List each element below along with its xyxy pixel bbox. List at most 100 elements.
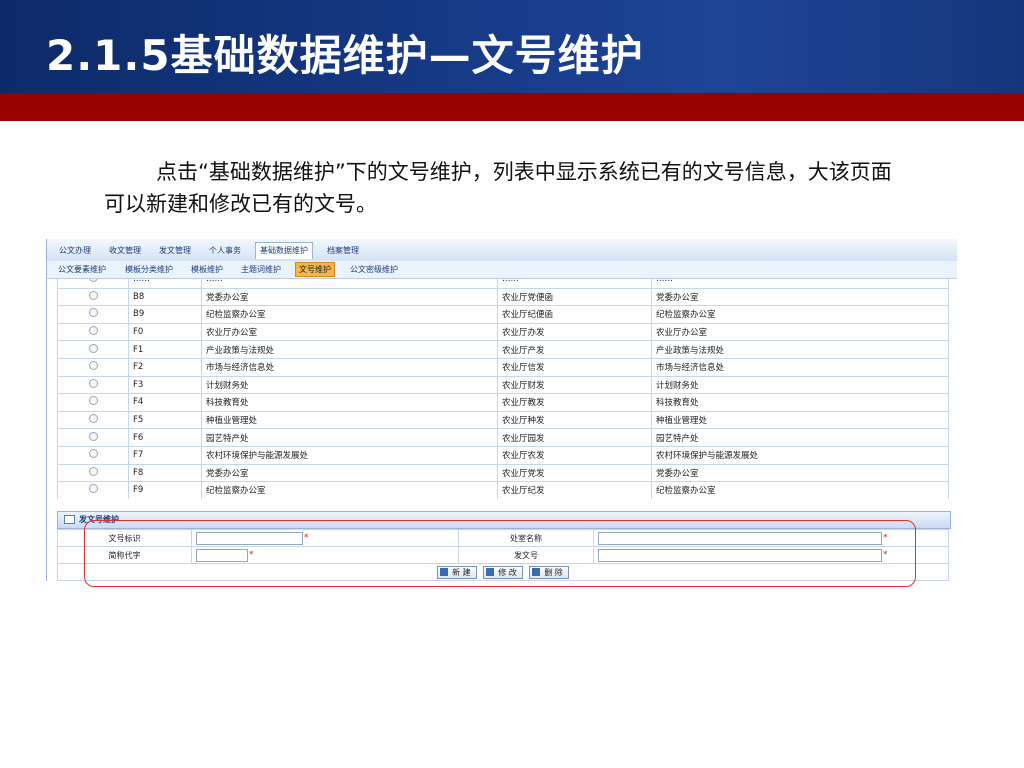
doc-no-cell: 农业厅党便函 [497,287,652,307]
table-row[interactable]: F7 农村环境保护与能源发展处 农业厅农发 农村环境保护与能源发展处 [57,445,949,465]
edit-button[interactable]: 修 改 [483,565,523,579]
doc-id-cell: F2 [128,357,202,377]
row-select-cell [57,410,129,430]
dept-name-cell: 科技教育处 [201,393,498,412]
table-row[interactable]: F3 计划财务处 农业厅财发 计划财务处 [57,375,949,395]
short-code-input[interactable] [196,548,248,562]
new-button[interactable]: 新 建 [437,565,477,579]
dept-full-cell: …… [651,279,949,289]
doc-id-cell: F8 [128,463,202,483]
app-screenshot: 公文办理 收文管理 发文管理 个人事务 基础数据维护 档案管理 公文要素维护 模… [46,239,957,581]
sub-menu-item[interactable]: 主题词维护 [238,263,284,276]
doc-no-cell: 农业厅纪发 [497,481,652,499]
dept-name-cell: 种植业管理处 [201,410,498,430]
row-select-cell [57,375,129,395]
main-menu-item[interactable]: 档案管理 [323,243,363,259]
doc-no-cell: 农业厅党发 [497,463,652,483]
row-radio[interactable] [88,308,98,318]
short-code-label: 简称代字 [57,546,192,564]
doc-no-cell: 农业厅信发 [497,357,652,377]
table-row[interactable]: F4 科技教育处 农业厅教发 科技教育处 [57,393,949,412]
doc-id-input[interactable] [196,531,303,545]
delete-button[interactable]: 删 除 [529,565,569,579]
doc-id-label: 文号标识 [57,529,192,547]
dept-name-cell: 农业厅办公室 [201,322,498,342]
dept-name-input[interactable] [598,531,882,545]
table-row[interactable]: F9 纪检监察办公室 农业厅纪发 纪检监察办公室 [57,481,949,499]
table-row[interactable]: F2 市场与经济信息处 农业厅信发 市场与经济信息处 [57,357,949,377]
dept-full-cell: 园艺特产处 [651,428,949,447]
dept-full-cell: 党委办公室 [651,463,949,483]
slide-title: 2.1.5基础数据维护—文号维护 [46,31,644,80]
required-mark: * [304,533,309,543]
table-row[interactable]: B8 党委办公室 农业厅党便函 党委办公室 [57,287,949,307]
row-select-cell [57,428,129,447]
table-row[interactable]: F8 党委办公室 农业厅党发 党委办公室 [57,463,949,483]
main-menu-item[interactable]: 个人事务 [205,243,245,259]
form-title: 发文号维护 [79,515,119,524]
doc-no-cell: 农业厅种发 [497,410,652,430]
row-radio[interactable] [88,326,98,336]
dept-name-cell: 纪检监察办公室 [201,481,498,499]
row-radio[interactable] [88,343,98,353]
doc-id-cell: B8 [128,287,202,307]
edit-icon [486,568,495,576]
row-select-cell [57,357,129,377]
row-radio[interactable] [88,361,98,371]
dept-full-cell: 纪检监察办公室 [651,305,949,324]
dept-name-cell: 纪检监察办公室 [201,305,498,324]
doc-no-label: 发文号 [458,546,594,564]
row-radio[interactable] [88,378,98,388]
form-button-row: 新 建 修 改 删 除 [57,563,949,581]
doc-no-cell: 农业厅办发 [497,322,652,342]
row-radio[interactable] [88,466,98,476]
doc-id-cell: F5 [128,410,202,430]
sub-menu-item[interactable]: 模板维护 [188,263,226,276]
dept-full-cell: 科技教育处 [651,393,949,412]
dept-name-cell: 市场与经济信息处 [201,357,498,377]
dept-name-cell: 党委办公室 [201,463,498,483]
required-mark: * [249,550,254,560]
row-radio[interactable] [88,396,98,406]
doc-id-cell: F0 [128,322,202,342]
dept-name-cell: 农村环境保护与能源发展处 [201,445,498,465]
sub-menu-item[interactable]: 公文要素维护 [55,263,109,276]
edit-button-label: 修 改 [498,567,517,577]
doc-no-cell: 农业厅纪便函 [497,305,652,324]
sub-menu: 公文要素维护 模板分类维护 模板维护 主题词维护 文号维护 公文密级维护 [47,261,957,279]
row-select-cell [57,287,129,307]
row-radio[interactable] [88,449,98,459]
table-row[interactable]: F0 农业厅办公室 农业厅办发 农业厅办公室 [57,322,949,342]
dept-full-cell: 种植业管理处 [651,410,949,430]
doc-no-input[interactable] [598,548,882,562]
dept-name-label: 处室名称 [458,529,594,547]
row-radio[interactable] [88,279,98,283]
doc-id-cell: B9 [128,305,202,324]
dept-full-cell: 产业政策与法规处 [651,340,949,359]
doc-number-form: 发文号维护 文号标识 * 处室名称 * 简称代字 * 发文号 * 新 建 修 改… [57,511,951,581]
row-radio[interactable] [88,290,98,300]
dept-full-cell: 纪检监察办公室 [651,481,949,499]
main-menu-item[interactable]: 收文管理 [105,243,145,259]
table-row[interactable]: F6 园艺特产处 农业厅园发 园艺特产处 [57,428,949,447]
sub-menu-item[interactable]: 模板分类维护 [122,263,176,276]
doc-number-grid: …………………… B8 党委办公室 农业厅党便函 党委办公室 B9 纪检监察办公室 农业厅纪便… [57,279,949,499]
sub-menu-item-active[interactable]: 文号维护 [295,262,335,277]
table-row[interactable]: F5 种植业管理处 农业厅种发 种植业管理处 [57,410,949,430]
main-menu-item[interactable]: 公文办理 [55,243,95,259]
main-menu-item[interactable]: 发文管理 [155,243,195,259]
table-row[interactable]: …………………… [57,279,949,289]
delete-button-label: 删 除 [544,567,563,577]
row-radio[interactable] [88,484,98,494]
main-menu-item-active[interactable]: 基础数据维护 [255,242,313,259]
row-select-cell [57,279,129,289]
sub-menu-item[interactable]: 公文密级维护 [347,263,401,276]
table-row[interactable]: F1 产业政策与法规处 农业厅产发 产业政策与法规处 [57,340,949,359]
dept-name-cell: 产业政策与法规处 [201,340,498,359]
table-row[interactable]: B9 纪检监察办公室 农业厅纪便函 纪检监察办公室 [57,305,949,324]
doc-no-cell: 农业厅教发 [497,393,652,412]
doc-id-cell: F1 [128,340,202,359]
row-radio[interactable] [88,414,98,424]
delete-icon [532,568,541,576]
row-radio[interactable] [88,431,98,441]
